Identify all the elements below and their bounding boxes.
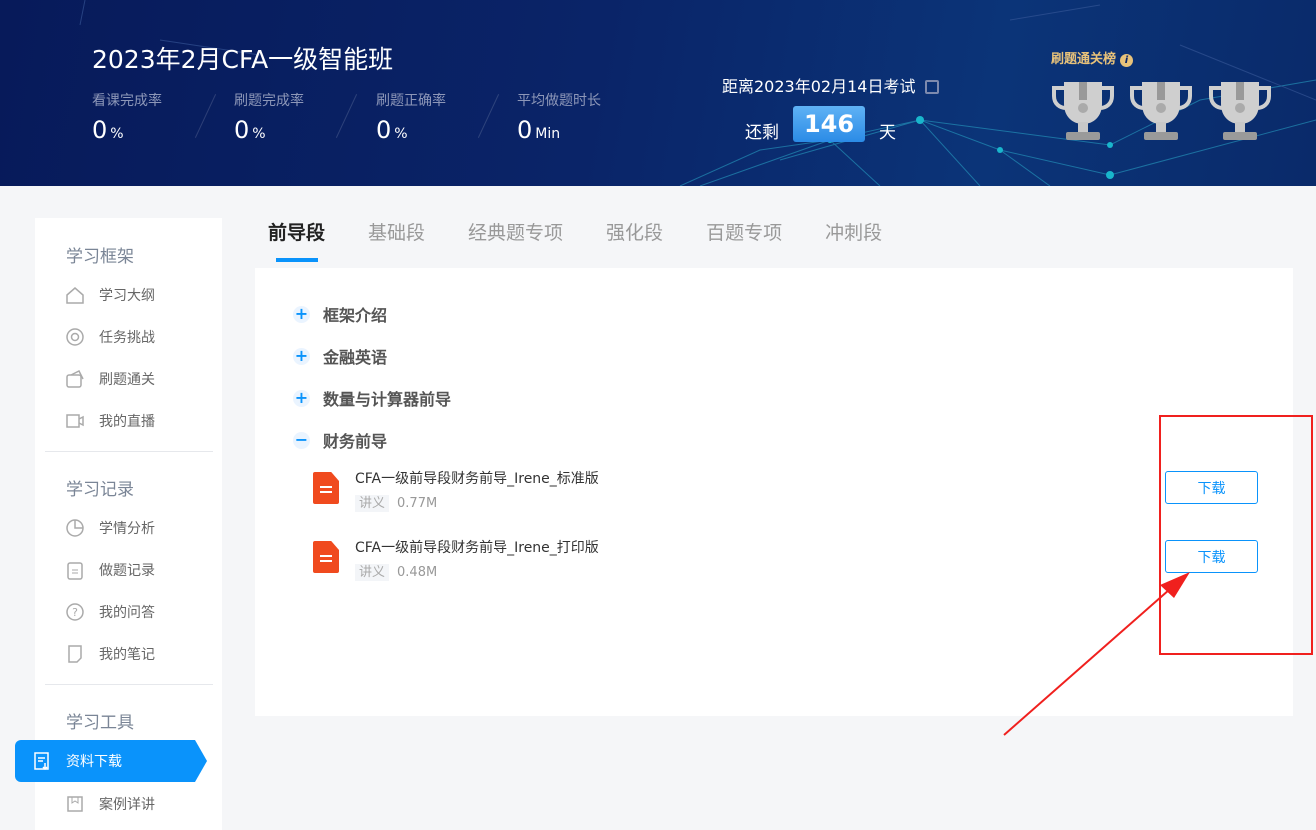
pie-chart-icon: [65, 518, 85, 538]
info-icon[interactable]: i: [1120, 54, 1134, 67]
sidebar-item-syllabus[interactable]: 学习大纲: [65, 278, 155, 312]
tab-foundation[interactable]: 基础段: [368, 218, 425, 259]
accordion-framework[interactable]: + 框架介绍: [293, 302, 387, 326]
section-title: 学习框架: [66, 247, 134, 267]
remain-label: 还剩: [745, 123, 779, 143]
clipboard-icon: [65, 560, 85, 580]
tab-pre-stage[interactable]: 前导段: [268, 218, 325, 262]
content-panel: + 框架介绍 + 金融英语 + 数量与计算器前导 − 财务前导 CFA一级前导段财务前导…: [255, 268, 1293, 716]
days-countdown: 146: [793, 106, 865, 142]
sidebar-item-live[interactable]: 我的直播: [65, 404, 155, 438]
day-unit: 天: [879, 123, 896, 143]
sidebar-item-downloads[interactable]: 资料下载: [15, 740, 207, 782]
section-title: 学习记录: [66, 480, 134, 500]
accordion-financial[interactable]: − 财务前导: [293, 428, 387, 452]
network-background: [79, 0, 1316, 186]
bookmark-icon: [65, 794, 85, 814]
plus-icon: +: [293, 303, 310, 323]
sidebar-item-records[interactable]: 做题记录: [65, 553, 155, 587]
stat-avg-time: 平均做题时长 0 Min: [517, 93, 601, 144]
edit-icon[interactable]: [925, 80, 940, 94]
trophy-icon: [1130, 82, 1192, 140]
notebook-icon: [65, 644, 85, 664]
accordion-quant-calculator[interactable]: + 数量与计算器前导: [293, 386, 451, 410]
plus-icon: +: [293, 387, 310, 407]
sidebar: 学习框架 学习大纲 任务挑战 刷题通关 我的直播 学习记录 学情分析 做题记录 …: [35, 218, 222, 830]
sidebar-item-qa[interactable]: ? 我的问答: [65, 595, 155, 629]
document-icon: [313, 541, 339, 573]
svg-text:?: ?: [72, 606, 78, 619]
exam-date: 距离2023年02月14日考试: [722, 73, 940, 97]
question-icon: ?: [65, 602, 85, 622]
sidebar-item-tasks[interactable]: 任务挑战: [65, 320, 155, 354]
tab-classic-questions[interactable]: 经典题专项: [468, 218, 563, 259]
stat-accuracy: 刷题正确率 0%: [376, 93, 446, 144]
trophy-icon: [1052, 82, 1114, 140]
rank-title[interactable]: 刷题通关榜 i: [1051, 48, 1134, 67]
tab-intensive[interactable]: 强化段: [606, 218, 663, 259]
target-icon: [65, 327, 85, 347]
accordion-finance-english[interactable]: + 金融英语: [293, 344, 387, 368]
section-title: 学习工具: [66, 713, 134, 733]
download-doc-icon: [32, 751, 52, 771]
stat-practice-completion: 刷题完成率 0%: [234, 93, 304, 144]
sidebar-item-cases[interactable]: 案例详讲: [65, 787, 155, 821]
course-title: 2023年2月CFA一级智能班: [92, 45, 394, 74]
tab-sprint[interactable]: 冲刺段: [825, 218, 882, 259]
sidebar-item-analysis[interactable]: 学情分析: [65, 511, 155, 545]
course-header: 2023年2月CFA一级智能班 看课完成率 0% 刷题完成率 0% 刷题正确率 0% …: [0, 0, 1316, 186]
file-item: CFA一级前导段财务前导_Irene_打印版 讲义 0.48M: [313, 537, 599, 581]
document-icon: [313, 472, 339, 504]
stat-watch-completion: 看课完成率 0%: [92, 93, 162, 144]
sidebar-item-notes[interactable]: 我的笔记: [65, 637, 155, 671]
cards-icon: [65, 369, 85, 389]
minus-icon: −: [293, 429, 310, 449]
home-icon: [65, 285, 85, 305]
video-icon: [65, 411, 85, 431]
plus-icon: +: [293, 345, 310, 365]
file-item: CFA一级前导段财务前导_Irene_标准版 讲义 0.77M: [313, 468, 599, 512]
annotation-highlight-box: [1159, 415, 1313, 655]
stage-tabs: 前导段 基础段 经典题专项 强化段 百题专项 冲刺段: [268, 218, 925, 262]
tab-hundred-questions[interactable]: 百题专项: [706, 218, 782, 259]
sidebar-item-practice[interactable]: 刷题通关: [65, 362, 155, 396]
trophy-icon: [1209, 82, 1271, 140]
